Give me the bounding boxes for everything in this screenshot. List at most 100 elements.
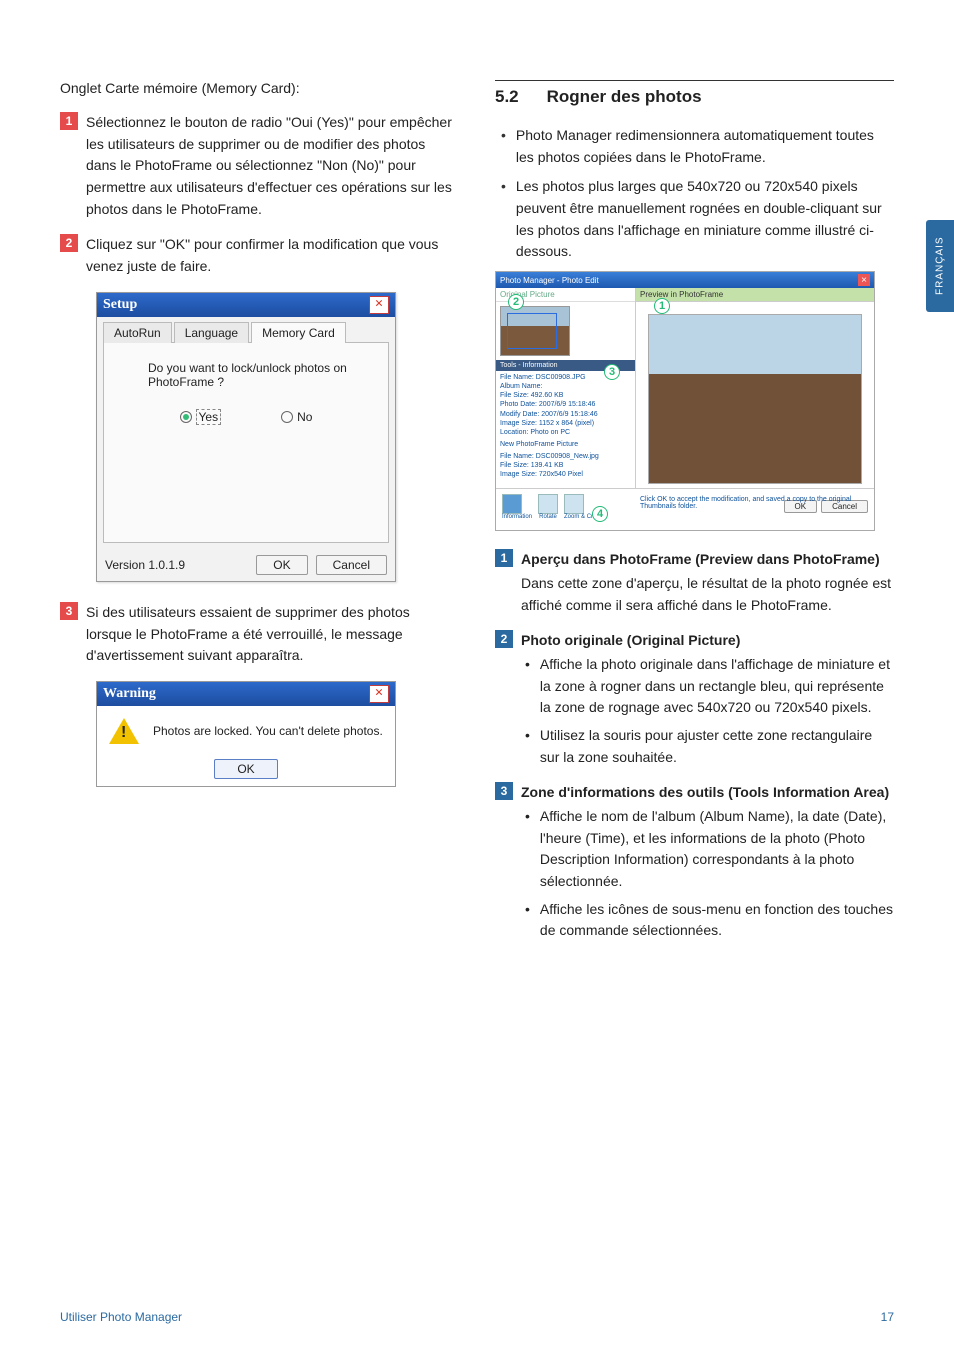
bullet-text: Affiche les icônes de sous-menu en fonct…: [540, 899, 894, 942]
radio-no[interactable]: No: [281, 410, 312, 424]
radio-icon: [180, 411, 192, 423]
info-line: Photo Date: 2007/6/9 15:18:46: [500, 400, 631, 409]
original-picture-panel: Original Picture Tools - Information Fil…: [496, 288, 636, 488]
close-icon[interactable]: ×: [369, 296, 389, 314]
tool-information[interactable]: Information: [502, 494, 532, 520]
step-number-badge: 2: [60, 234, 78, 252]
step-number-badge: 3: [60, 602, 78, 620]
lock-question: Do you want to lock/unlock photos on Pho…: [118, 361, 374, 389]
tab-language[interactable]: Language: [174, 322, 249, 343]
warning-dialog: Warning × Photos are locked. You can't d…: [96, 681, 396, 787]
list-item: Utilisez la souris pour ajuster cette zo…: [525, 725, 894, 768]
tool-label: Rotate: [538, 514, 558, 520]
new-picture-lines: File Name: DSC00908_New.jpg File Size: 1…: [496, 450, 635, 481]
close-icon[interactable]: ×: [369, 685, 389, 703]
page-footer: Utiliser Photo Manager 17: [60, 1310, 894, 1324]
preview-hint: Click OK to accept the modification, and…: [640, 496, 870, 510]
bullet-text: Affiche la photo originale dans l'affich…: [540, 654, 894, 719]
step-number-badge: 1: [60, 112, 78, 130]
ok-button[interactable]: OK: [214, 759, 277, 779]
memory-card-intro: Onglet Carte mémoire (Memory Card):: [60, 80, 459, 96]
info-line: Image Size: 720x540 Pixel: [500, 470, 631, 479]
warning-message: Photos are locked. You can't delete phot…: [153, 724, 383, 738]
photo-edit-columns: Original Picture Tools - Information Fil…: [496, 288, 874, 488]
info-line: Album Name:: [500, 382, 631, 391]
preview-image: [648, 314, 862, 484]
warning-icon: [109, 718, 139, 744]
list-item: Affiche le nom de l'album (Album Name), …: [525, 806, 894, 893]
bullet-text: Photo Manager redimensionnera automatiqu…: [516, 125, 894, 168]
feature-title: Photo originale (Original Picture): [521, 630, 740, 652]
section-heading: 5.2 Rogner des photos: [495, 87, 894, 107]
warning-dialog-titlebar: Warning ×: [97, 682, 395, 706]
callout-4: 4: [592, 506, 608, 522]
setup-dialog-body: AutoRun Language Memory Card Do you want…: [97, 317, 395, 549]
feature-bullets: Affiche la photo originale dans l'affich…: [495, 654, 894, 768]
original-thumbnail[interactable]: [500, 306, 570, 356]
close-icon[interactable]: ×: [858, 274, 870, 286]
section-title: Rogner des photos: [547, 87, 702, 107]
step-3: 3 Si des utilisateurs essaient de suppri…: [60, 602, 459, 667]
photo-edit-titlebar: Photo Manager - Photo Edit ×: [496, 272, 874, 288]
feature-title: Aperçu dans PhotoFrame (Preview dans Pho…: [521, 549, 880, 571]
zoom-crop-icon: [564, 494, 584, 514]
feature-badge: 2: [495, 630, 513, 648]
setup-dialog: Setup × AutoRun Language Memory Card Do …: [96, 292, 396, 582]
tool-rotate[interactable]: Rotate: [538, 494, 558, 520]
warning-dialog-title: Warning: [103, 686, 156, 702]
info-line: File Size: 492.60 KB: [500, 391, 631, 400]
list-item: Affiche les icônes de sous-menu en fonct…: [525, 899, 894, 942]
tools-info-lines: File Name: DSC00908.JPG Album Name: File…: [496, 371, 635, 439]
setup-dialog-title: Setup: [103, 297, 137, 313]
tab-memory-card[interactable]: Memory Card: [251, 322, 346, 343]
tool-label: Information: [502, 514, 532, 520]
step-1-text: Sélectionnez le bouton de radio "Oui (Ye…: [86, 112, 459, 220]
tools-info-header-text: Tools - Information: [500, 362, 558, 369]
left-column: Onglet Carte mémoire (Memory Card): 1 Sé…: [60, 80, 459, 956]
photo-edit-screenshot: Photo Manager - Photo Edit × Original Pi…: [495, 271, 875, 531]
feature-preview: 1 Aperçu dans PhotoFrame (Preview dans P…: [495, 549, 894, 616]
ok-button[interactable]: OK: [256, 555, 307, 575]
tab-autorun[interactable]: AutoRun: [103, 322, 172, 343]
info-line: Modify Date: 2007/6/9 15:18:46: [500, 410, 631, 419]
bullet-text: Utilisez la souris pour ajuster cette zo…: [540, 725, 894, 768]
feature-title: Zone d'informations des outils (Tools In…: [521, 782, 889, 804]
page-number: 17: [881, 1310, 894, 1324]
right-column: 5.2 Rogner des photos Photo Manager redi…: [495, 80, 894, 956]
list-item: Photo Manager redimensionnera automatiqu…: [501, 125, 894, 168]
feature-body: Dans cette zone d'aperçu, le résultat de…: [521, 573, 894, 616]
cancel-button[interactable]: Cancel: [316, 555, 387, 575]
radio-no-label: No: [297, 410, 312, 424]
setup-button-row: OK Cancel: [256, 555, 387, 575]
language-tab: FRANÇAIS: [926, 220, 954, 312]
information-icon: [502, 494, 522, 514]
memory-card-panel: Do you want to lock/unlock photos on Pho…: [103, 343, 389, 543]
info-line: File Size: 139.41 KB: [500, 461, 631, 470]
callout-1: 1: [654, 298, 670, 314]
setup-tabs: AutoRun Language Memory Card: [103, 321, 389, 343]
bullet-text: Affiche le nom de l'album (Album Name), …: [540, 806, 894, 893]
photo-edit-title: Photo Manager - Photo Edit: [500, 276, 599, 285]
radio-yes[interactable]: Yes: [180, 409, 222, 425]
info-line: File Name: DSC00908_New.jpg: [500, 452, 631, 461]
version-label: Version 1.0.1.9: [105, 558, 185, 572]
radio-icon: [281, 411, 293, 423]
bullet-text: Les photos plus larges que 540x720 ou 72…: [516, 176, 894, 263]
crop-intro-bullets: Photo Manager redimensionnera automatiqu…: [495, 125, 894, 263]
step-3-text: Si des utilisateurs essaient de supprime…: [86, 602, 459, 667]
feature-badge: 1: [495, 549, 513, 567]
step-1: 1 Sélectionnez le bouton de radio "Oui (…: [60, 112, 459, 220]
crop-rectangle[interactable]: [507, 313, 557, 349]
feature-tools-info: 3 Zone d'informations des outils (Tools …: [495, 782, 894, 942]
feature-bullets: Affiche le nom de l'album (Album Name), …: [495, 806, 894, 942]
feature-original-picture: 2 Photo originale (Original Picture) Aff…: [495, 630, 894, 768]
step-2: 2 Cliquez sur "OK" pour confirmer la mod…: [60, 234, 459, 277]
rotate-icon: [538, 494, 558, 514]
lock-radios: Yes No: [180, 409, 313, 425]
info-line: Location: Photo on PC: [500, 428, 631, 437]
page-columns: Onglet Carte mémoire (Memory Card): 1 Sé…: [60, 80, 894, 956]
callout-2: 2: [508, 294, 524, 310]
list-item: Les photos plus larges que 540x720 ou 72…: [501, 176, 894, 263]
tool-icons-row: Information Rotate Zoom & Crop: [502, 494, 600, 520]
thumbnail-area: [496, 302, 635, 360]
